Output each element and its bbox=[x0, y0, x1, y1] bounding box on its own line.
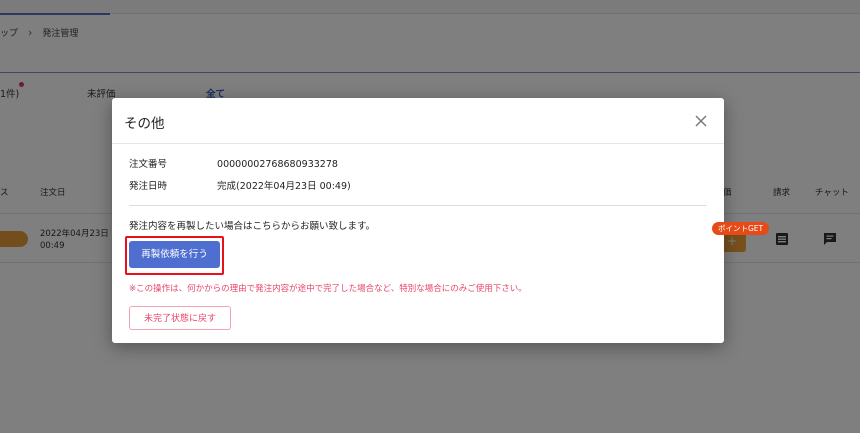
order-datetime-row: 発注日時 完成(2022年04月23日 00:49) bbox=[129, 178, 351, 192]
close-icon[interactable] bbox=[692, 112, 710, 130]
modal-divider bbox=[129, 205, 707, 206]
modal-title: その他 bbox=[124, 116, 165, 132]
order-number-row: 注文番号 00000002768680933278 bbox=[129, 156, 338, 170]
other-actions-modal: その他 注文番号 00000002768680933278 発注日時 完成(20… bbox=[112, 98, 724, 343]
reprint-description: 発注内容を再製したい場合はこちらからお願い致します。 bbox=[129, 221, 376, 232]
page: ップ › 発注管理 1件) 未評価 全て ス 注文日 価 請求 チャット 202… bbox=[0, 0, 860, 433]
revert-to-incomplete-button[interactable]: 未完了状態に戻す bbox=[129, 306, 231, 330]
order-number-value: 00000002768680933278 bbox=[217, 159, 338, 170]
order-datetime-label: 発注日時 bbox=[129, 181, 168, 192]
order-datetime-value: 完成(2022年04月23日 00:49) bbox=[217, 181, 351, 192]
reprint-request-button[interactable]: 再製依頼を行う bbox=[129, 241, 220, 268]
point-get-badge: ポイントGET bbox=[712, 222, 770, 235]
warning-note: ※この操作は、何かからの理由で発注内容が途中で完了した場合など、特別な場合にのみ… bbox=[129, 284, 527, 294]
order-number-label: 注文番号 bbox=[129, 159, 168, 170]
modal-header: その他 bbox=[112, 98, 724, 144]
